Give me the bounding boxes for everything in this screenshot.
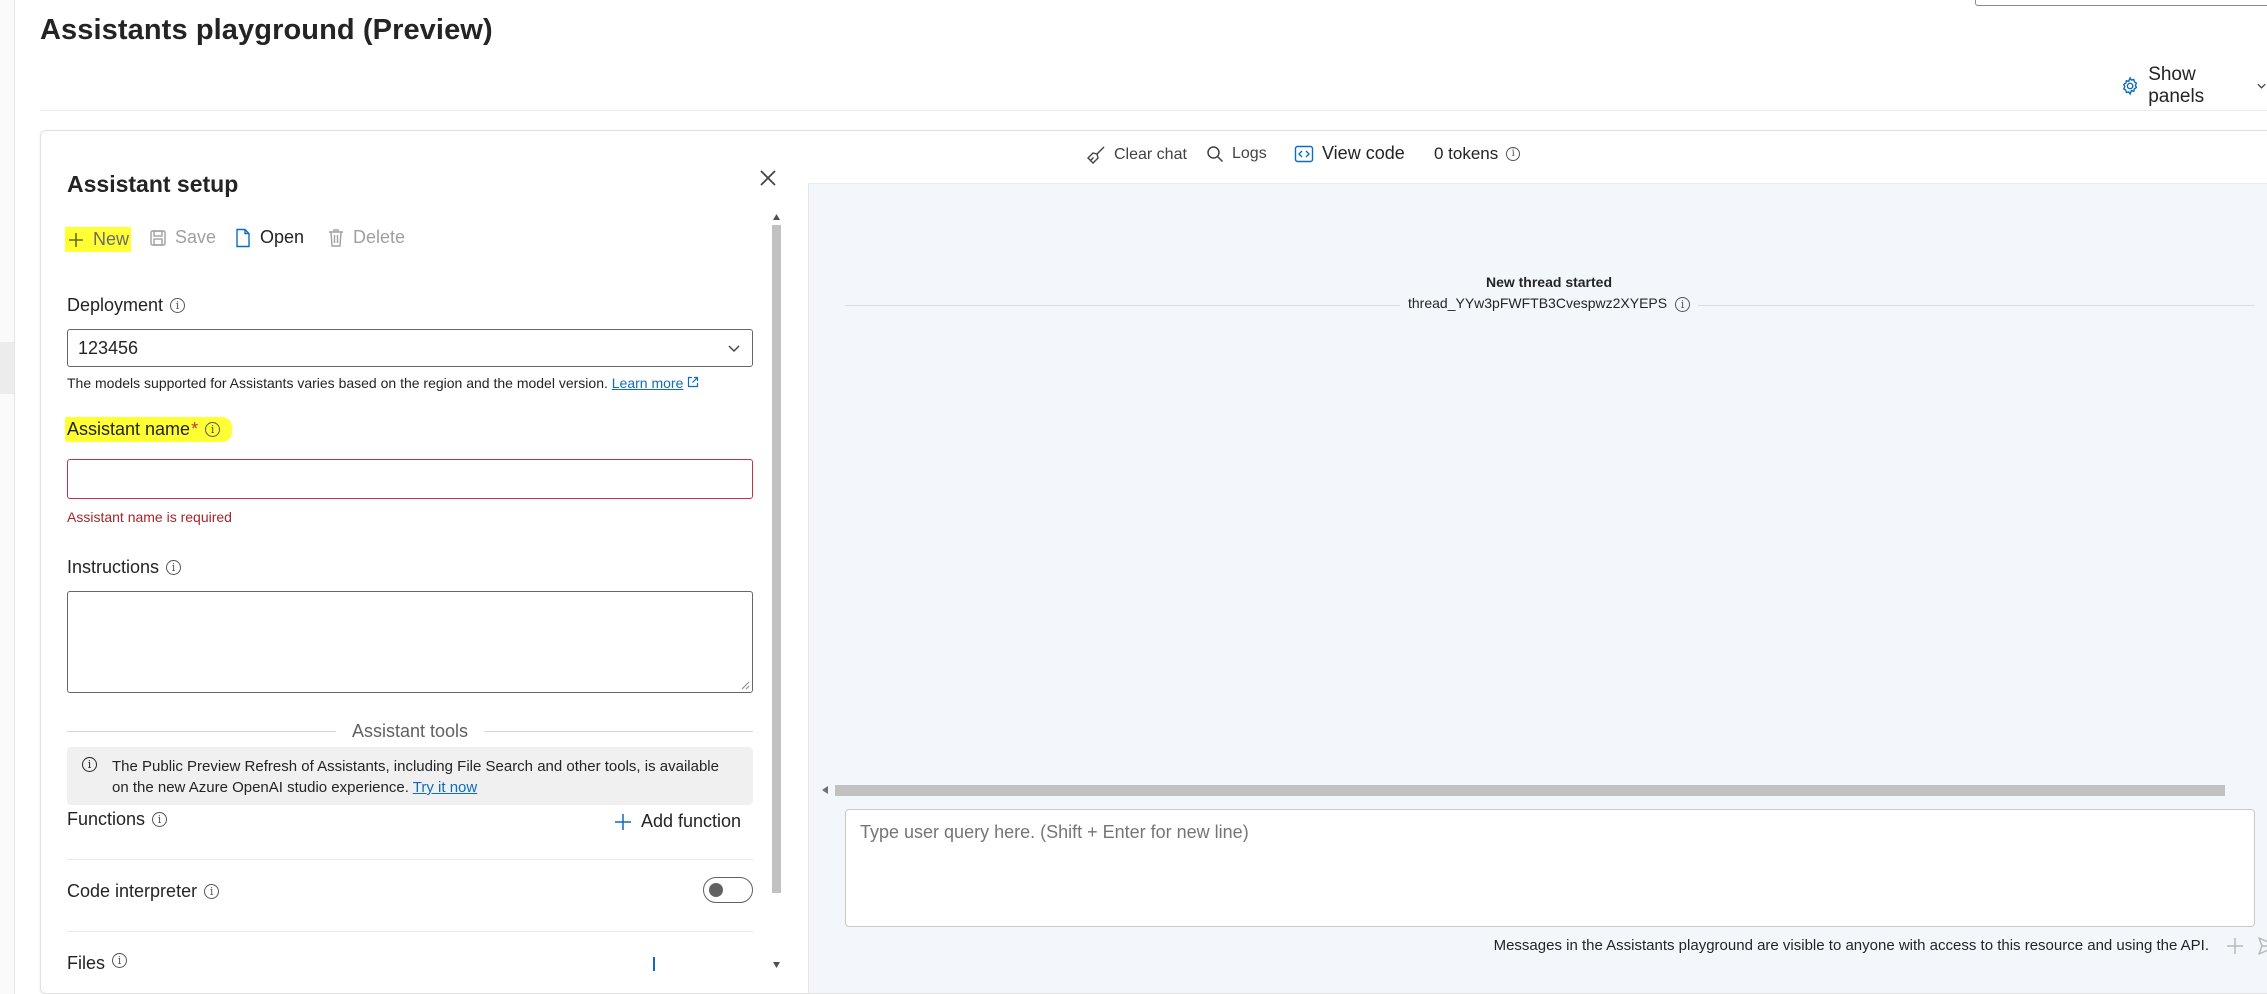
trash-icon	[329, 228, 343, 247]
code-icon	[1294, 145, 1314, 162]
add-function-label: Add function	[641, 811, 742, 831]
clear-chat-label: Clear chat	[1114, 146, 1187, 163]
add-files-button-partial[interactable]	[653, 957, 655, 971]
assistant-name-label: Assistant name	[67, 419, 191, 439]
show-panels-button[interactable]: Show panels	[2120, 64, 2267, 108]
save-label: Save	[175, 227, 217, 247]
visibility-notice: Messages in the Assistants playground ar…	[1493, 937, 2209, 954]
logs-label: Logs	[1232, 145, 1267, 162]
files-label: Files	[67, 953, 106, 971]
broom-icon	[1087, 146, 1105, 164]
instructions-label-row: Instructions i	[67, 557, 182, 578]
document-icon	[236, 228, 250, 247]
setup-scrollbar-thumb[interactable]	[772, 225, 781, 893]
open-label: Open	[260, 227, 305, 247]
code-interpreter-toggle[interactable]	[703, 877, 753, 903]
assistant-name-error: Assistant name is required	[67, 509, 232, 525]
try-it-now-link[interactable]: Try it now	[413, 779, 477, 796]
setup-scrollbar[interactable]	[769, 213, 783, 969]
thread-id-row: thread_YYw3pFWFTB3Cvespwz2XYEPS i	[809, 295, 2267, 312]
scroll-left-arrow-icon[interactable]	[821, 785, 829, 795]
deployment-label-row: Deployment i	[67, 295, 186, 316]
left-nav-edge	[0, 0, 15, 994]
assistant-tools-heading: Assistant tools	[335, 721, 485, 741]
learn-more-link[interactable]: Learn more	[612, 375, 684, 391]
info-icon[interactable]: i	[1506, 147, 1521, 161]
close-icon	[760, 170, 776, 186]
info-icon[interactable]: i	[1675, 297, 1690, 312]
save-icon	[150, 229, 166, 246]
code-interpreter-label-row: Code interpreter i	[67, 881, 220, 902]
token-count-label: 0 tokens	[1434, 144, 1499, 163]
instructions-textarea[interactable]	[67, 591, 753, 693]
files-label-row: Files i	[67, 953, 128, 971]
page-title: Assistants playground (Preview)	[40, 14, 493, 46]
info-icon[interactable]: i	[152, 812, 168, 827]
deployment-select[interactable]: 123456	[67, 329, 753, 367]
deployment-hint: The models supported for Assistants vari…	[67, 375, 699, 391]
info-icon[interactable]: i	[204, 884, 220, 899]
open-button[interactable]: Open	[234, 227, 304, 248]
info-icon[interactable]: i	[112, 953, 128, 968]
info-icon[interactable]: i	[166, 560, 182, 575]
setup-title: Assistant setup	[67, 171, 239, 197]
send-icon[interactable]	[2257, 935, 2267, 957]
chevron-down-icon	[728, 345, 740, 352]
info-icon[interactable]: i	[170, 298, 186, 313]
toggle-knob	[709, 883, 723, 897]
chat-horizontal-scrollbar-thumb[interactable]	[835, 785, 2225, 796]
thread-id: thread_YYw3pFWFTB3Cvespwz2XYEPS	[1408, 295, 1668, 311]
gear-icon	[2122, 76, 2138, 96]
view-code-label: View code	[1322, 143, 1405, 163]
top-search-box[interactable]	[1975, 0, 2267, 6]
scroll-up-arrow-icon[interactable]	[772, 213, 781, 221]
show-panels-label: Show panels	[2148, 64, 2205, 107]
delete-label: Delete	[353, 227, 406, 247]
add-function-button[interactable]: Add function	[613, 811, 741, 832]
info-icon: i	[82, 757, 97, 772]
attach-plus-icon[interactable]	[2225, 936, 2245, 956]
assistant-name-label-row: Assistant name * i	[65, 417, 233, 442]
functions-label: Functions	[67, 809, 146, 829]
chat-toolbar: Clear chat Logs View code 0 tokens i	[808, 131, 2267, 184]
scroll-down-arrow-icon[interactable]	[772, 961, 781, 969]
functions-label-row: Functions i	[67, 809, 168, 830]
search-icon	[1207, 146, 1224, 163]
info-icon[interactable]: i	[205, 422, 221, 437]
row-divider	[67, 931, 753, 932]
resize-handle-icon[interactable]	[740, 680, 750, 690]
code-interpreter-label: Code interpreter	[67, 881, 198, 901]
user-query-input[interactable]	[845, 809, 2255, 927]
logs-button[interactable]: Logs	[1206, 145, 1267, 163]
chevron-down-icon	[2257, 83, 2266, 89]
row-divider	[67, 859, 753, 860]
deployment-value: 123456	[78, 337, 139, 358]
assistant-name-input[interactable]	[67, 459, 753, 499]
new-button[interactable]: New	[65, 227, 132, 252]
assistant-tools-divider: Assistant tools	[67, 721, 753, 741]
chat-area: New thread started thread_YYw3pFWFTB3Cve…	[809, 184, 2267, 993]
playground-card: Assistant setup New Save Open Delete Dep…	[40, 130, 2267, 994]
header-divider	[40, 110, 2267, 111]
plus-icon	[69, 232, 83, 247]
new-label: New	[93, 229, 130, 249]
save-button[interactable]: Save	[149, 227, 216, 248]
plus-icon	[615, 813, 631, 830]
deployment-label: Deployment	[67, 295, 164, 315]
token-count: 0 tokens i	[1434, 144, 1521, 164]
view-code-button[interactable]: View code	[1294, 143, 1405, 164]
left-nav-handle[interactable]	[0, 342, 14, 394]
close-setup-button[interactable]	[753, 163, 783, 193]
external-link-icon[interactable]	[687, 376, 699, 388]
required-mark: *	[191, 419, 199, 439]
learn-more-text: Learn more	[611, 375, 684, 391]
chat-horizontal-scrollbar[interactable]	[821, 782, 2267, 796]
delete-button[interactable]: Delete	[327, 227, 405, 248]
assistant-setup-panel: Assistant setup New Save Open Delete Dep…	[41, 131, 809, 993]
deployment-hint-text: The models supported for Assistants vari…	[67, 375, 608, 391]
instructions-label: Instructions	[67, 557, 160, 577]
clear-chat-button[interactable]: Clear chat	[1086, 145, 1187, 165]
thread-status: New thread started	[1485, 274, 1613, 290]
preview-notice: i The Public Preview Refresh of Assistan…	[67, 747, 753, 805]
